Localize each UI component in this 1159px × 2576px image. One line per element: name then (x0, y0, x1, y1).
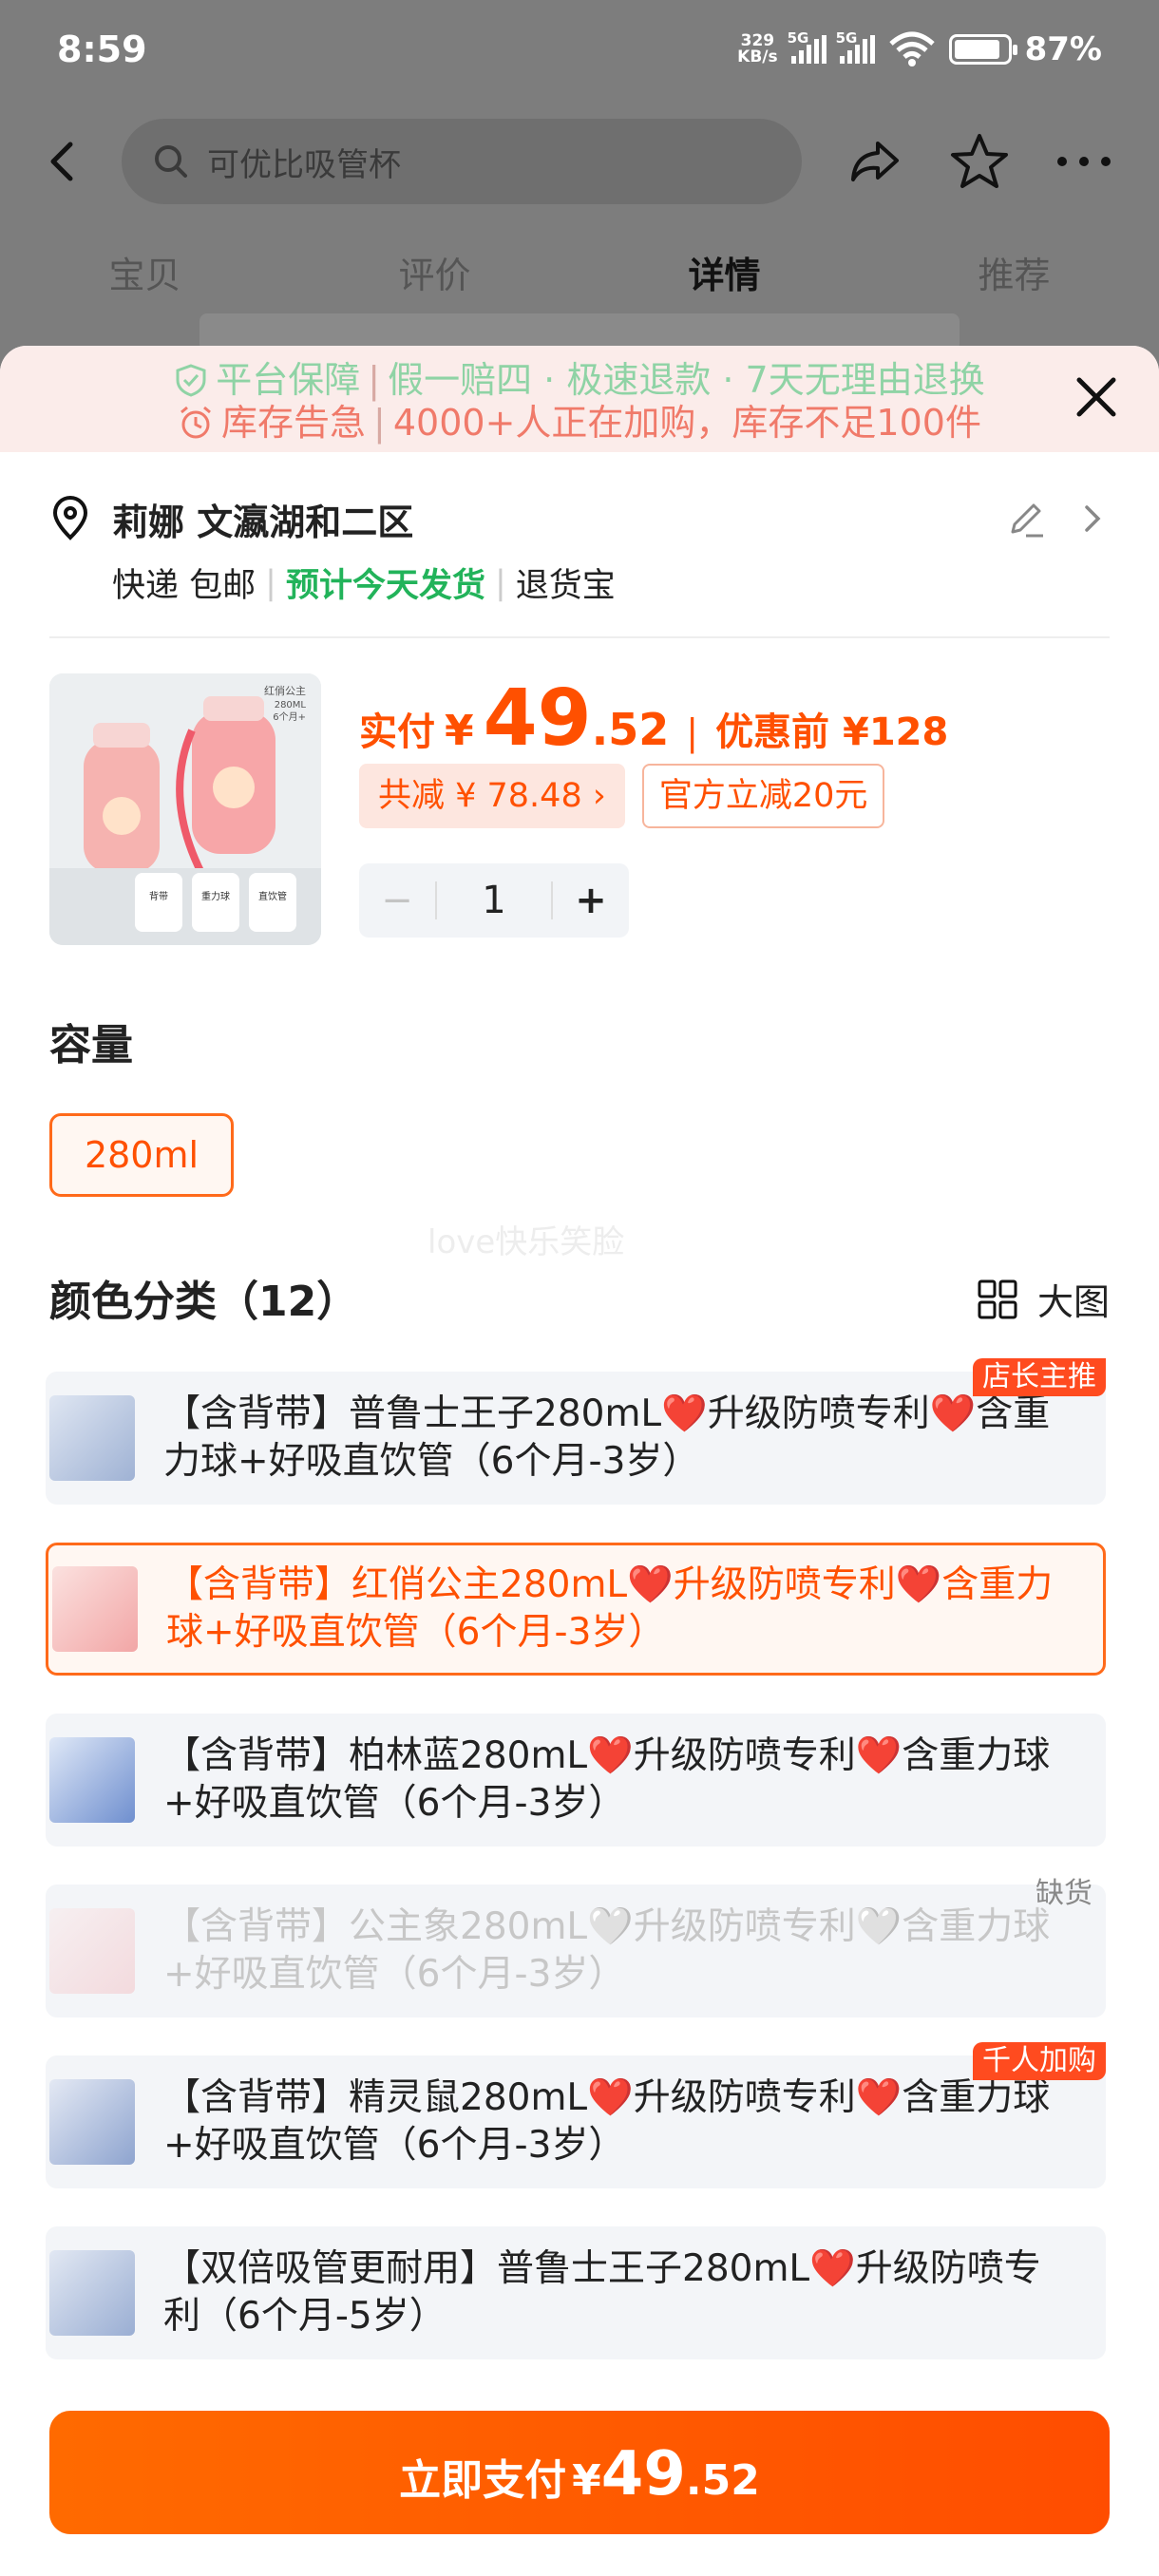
svg-text:直饮管: 直饮管 (258, 890, 287, 902)
out-of-stock-badge: 缺货 (1036, 1877, 1092, 1910)
status-time: 8:59 (57, 28, 147, 70)
shipping-method: 快递 包邮 (112, 567, 256, 605)
original-price: 优惠前 ¥128 (715, 710, 949, 754)
guarantee-text: 假一赔四 · 极速退款 · 7天无理由退换 (388, 359, 985, 401)
sku-sheet: 平台保障 | 假一赔四 · 极速退款 · 7天无理由退换 库存告急 | 4000… (0, 346, 1159, 2576)
variant-thumbnail (49, 2250, 135, 2336)
variant-label: 【含背带】普鲁士王子280mL❤️升级防喷专利❤️含重力球+好吸直饮管（6个月-… (163, 1392, 1051, 1483)
variant-badge: 店长主推 (973, 1358, 1106, 1396)
return-insurance: 退货宝 (515, 567, 616, 605)
search-input[interactable]: 可优比吸管杯 (122, 119, 802, 204)
color-variant-list: 【含背带】普鲁士王子280mL❤️升级防喷专利❤️含重力球+好吸直饮管（6个月-… (46, 1358, 1106, 2397)
signal-icon: 5G (788, 29, 826, 64)
variant-item[interactable]: 【双倍吸管更耐用】普鲁士王子280mL❤️升级防喷专利（6个月-5岁） (46, 2226, 1106, 2359)
increase-button[interactable]: + (553, 879, 629, 922)
product-summary: 红俏公主 280ML 6个月+ 背带 重力球 直饮管 实付 ¥ 49 .52 |… (49, 673, 1110, 949)
shipping-eta: 预计今天发货 (285, 567, 485, 605)
big-image-label: 大图 (1036, 1281, 1110, 1323)
tab-reviews[interactable]: 评价 (290, 237, 580, 313)
discount-chip[interactable]: 共减 ¥ 78.48 › (359, 764, 625, 828)
product-thumbnail[interactable]: 红俏公主 280ML 6个月+ 背带 重力球 直饮管 (49, 673, 321, 945)
quantity-value[interactable]: 1 (435, 881, 553, 919)
price-row: 实付 ¥ 49 .52 | 优惠前 ¥128 (359, 673, 949, 764)
share-icon[interactable] (844, 130, 906, 193)
pay-label: 实付 (359, 710, 435, 754)
variant-thumbnail (52, 1566, 138, 1652)
wifi-icon (888, 31, 935, 66)
quantity-stepper: − 1 + (359, 863, 629, 938)
variant-thumbnail (49, 1908, 135, 1994)
location-pin-icon (52, 496, 88, 540)
variant-label: 【含背带】精灵鼠280mL❤️升级防喷专利❤️含重力球+好吸直饮管（6个月-3岁… (163, 2076, 1051, 2167)
battery-percent: 87% (1024, 30, 1102, 68)
back-arrow-icon[interactable] (34, 133, 91, 190)
variant-item[interactable]: 【含背带】普鲁士王子280mL❤️升级防喷专利❤️含重力球+好吸直饮管（6个月-… (46, 1358, 1106, 1505)
svg-text:重力球: 重力球 (201, 890, 230, 902)
chevron-right-icon[interactable] (1075, 502, 1110, 536)
variant-label: 【含背带】柏林蓝280mL❤️升级防喷专利❤️含重力球+好吸直饮管（6个月-3岁… (163, 1734, 1051, 1825)
variant-item[interactable]: 【含背带】精灵鼠280mL❤️升级防喷专利❤️含重力球+好吸直饮管（6个月-3岁… (46, 2042, 1106, 2188)
variant-label: 【双倍吸管更耐用】普鲁士王子280mL❤️升级防喷专利（6个月-5岁） (163, 2247, 1041, 2338)
capacity-title: 容量 (49, 1021, 133, 1070)
variant-thumbnail (49, 1737, 135, 1823)
top-nav: 可优比吸管杯 (0, 114, 1159, 209)
variant-item-selected[interactable]: 【含背带】红俏公主280mL❤️升级防喷专利❤️含重力球+好吸直饮管（6个月-3… (46, 1543, 1106, 1676)
guarantee-banner: 平台保障 | 假一赔四 · 极速退款 · 7天无理由退换 库存告急 | 4000… (0, 346, 1159, 452)
variant-label: 【含背带】红俏公主280mL❤️升级防喷专利❤️含重力球+好吸直饮管（6个月-3… (166, 1563, 1054, 1654)
capacity-option-280ml[interactable]: 280ml (49, 1113, 234, 1197)
svg-text:280ML: 280ML (275, 700, 307, 710)
svg-text:背带: 背带 (149, 890, 168, 902)
star-icon[interactable] (948, 130, 1011, 193)
pay-now-button[interactable]: 立即支付 ¥ 49 .52 (49, 2411, 1110, 2534)
big-image-toggle[interactable]: 大图 (977, 1273, 1110, 1325)
variant-item-out-of-stock: 【含背带】公主象280mL🤍升级防喷专利🤍含重力球+好吸直饮管（6个月-3岁） … (46, 1877, 1106, 2017)
address-section[interactable]: 莉娜 文瀛湖和二区 快递 包邮 | 预计今天发货 | 退货宝 (49, 490, 1110, 607)
alarm-clock-icon (180, 406, 211, 439)
variant-thumbnail (49, 2079, 135, 2165)
stock-alert-label: 库存告急 (221, 402, 367, 444)
edit-icon[interactable] (1005, 498, 1047, 540)
coupon-chip: 官方立减20元 (641, 764, 885, 828)
currency-symbol: ¥ (445, 707, 474, 755)
pay-amount-decimal: .52 (685, 2456, 760, 2505)
divider (49, 636, 1110, 638)
network-speed: 329 KB/s (737, 31, 778, 66)
battery-icon (948, 34, 1017, 65)
stock-alert-text: 4000+人正在加购，库存不足100件 (392, 402, 981, 444)
signal-icon: 5G (836, 29, 875, 64)
pay-amount-integer: 49 (600, 2439, 686, 2510)
status-bar: 8:59 329 KB/s 5G 5G 87% (0, 0, 1159, 99)
guarantee-label: 平台保障 (216, 359, 361, 401)
variant-item[interactable]: 【含背带】柏林蓝280mL❤️升级防喷专利❤️含重力球+好吸直饮管（6个月-3岁… (46, 1714, 1106, 1847)
decrease-button[interactable]: − (359, 879, 435, 922)
watermark: love快乐笑脸 (428, 1223, 625, 1261)
svg-text:6个月+: 6个月+ (273, 711, 306, 723)
page-tabs: 宝贝 评价 详情 推荐 (0, 237, 1159, 313)
svg-text:红俏公主: 红俏公主 (264, 684, 306, 697)
color-title: 颜色分类（12） (49, 1278, 359, 1326)
shield-icon (176, 364, 206, 397)
price-integer: 49 (483, 673, 592, 764)
variant-label: 【含背带】公主象280mL🤍升级防喷专利🤍含重力球+好吸直饮管（6个月-3岁） (163, 1905, 1051, 1996)
pay-now-label: 立即支付 (399, 2456, 567, 2505)
address-name: 莉娜 文瀛湖和二区 (112, 501, 414, 543)
search-placeholder: 可优比吸管杯 (207, 145, 401, 184)
more-icon[interactable] (1053, 130, 1115, 193)
variant-thumbnail (49, 1395, 135, 1481)
close-icon[interactable] (1072, 372, 1121, 422)
grid-icon (978, 1279, 1017, 1318)
variant-badge: 千人加购 (973, 2042, 1106, 2080)
tab-recommend[interactable]: 推荐 (869, 237, 1159, 313)
tab-baobei[interactable]: 宝贝 (0, 237, 290, 313)
tab-details[interactable]: 详情 (580, 237, 869, 313)
price-decimal: .52 (591, 704, 670, 755)
search-icon (155, 145, 187, 178)
